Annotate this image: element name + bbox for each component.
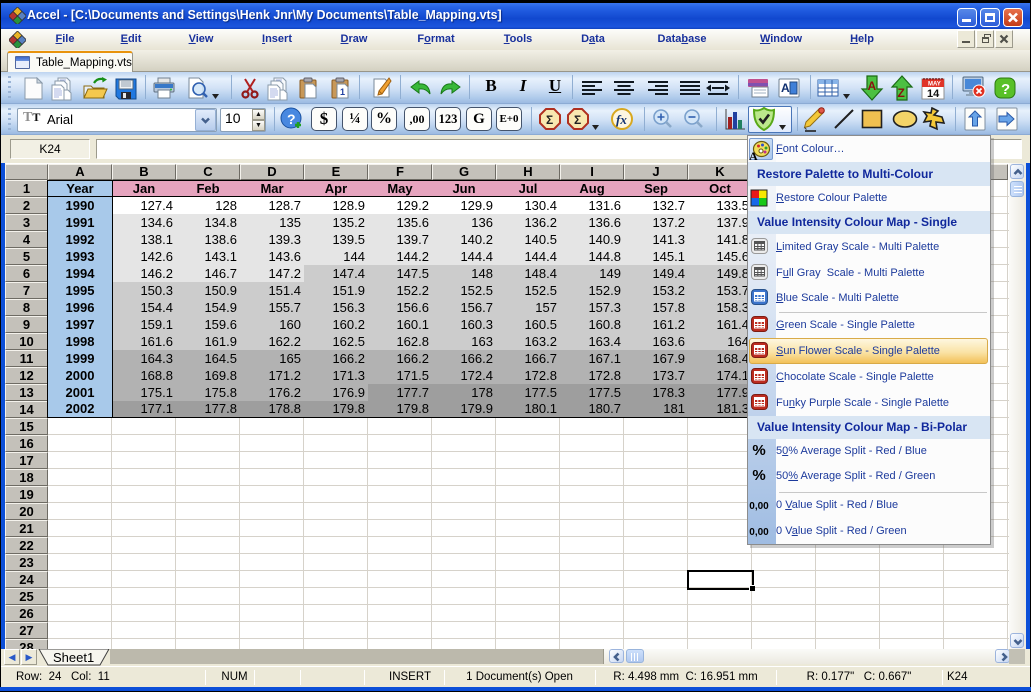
svg-text:Σ: Σ bbox=[574, 113, 581, 127]
svg-text:?: ? bbox=[287, 111, 296, 127]
svg-text:1: 1 bbox=[340, 87, 345, 97]
svg-text:fx: fx bbox=[616, 112, 627, 127]
svg-text:A: A bbox=[868, 79, 877, 93]
svg-text:A: A bbox=[781, 81, 790, 95]
svg-text:A: A bbox=[749, 149, 758, 161]
svg-text:?: ? bbox=[1001, 81, 1010, 98]
svg-text:MAY: MAY bbox=[928, 82, 941, 88]
svg-text:Σ: Σ bbox=[546, 113, 553, 127]
svg-text:Z: Z bbox=[898, 86, 905, 100]
svg-text:14: 14 bbox=[927, 88, 940, 100]
